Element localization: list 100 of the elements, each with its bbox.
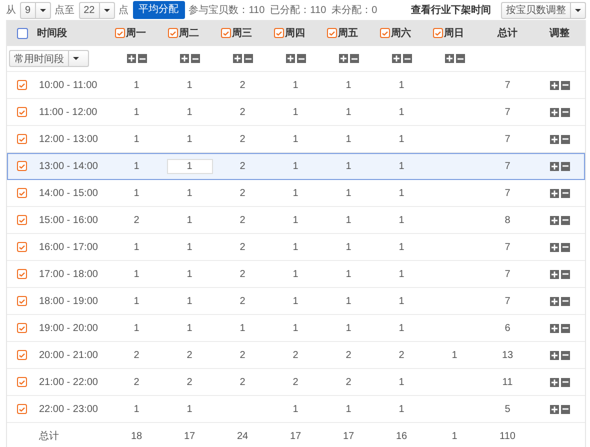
start-hour-select[interactable]: 9 xyxy=(20,2,51,18)
plus-button[interactable] xyxy=(392,54,400,63)
minus-button[interactable] xyxy=(560,162,570,170)
checkbox[interactable] xyxy=(168,28,178,38)
minus-button[interactable] xyxy=(560,296,570,306)
column-header: 总计 xyxy=(496,26,518,40)
plus-button[interactable] xyxy=(550,134,558,144)
plus-button[interactable] xyxy=(550,296,558,306)
table-row[interactable]: 14:00 - 15:00 1 1 2 1 1 1 7 xyxy=(7,180,585,207)
checkbox[interactable] xyxy=(17,377,27,387)
plus-button[interactable] xyxy=(232,54,242,63)
plus-button[interactable] xyxy=(286,54,294,63)
checkbox[interactable] xyxy=(433,28,443,38)
checkbox[interactable] xyxy=(17,296,27,306)
plus-icon xyxy=(180,55,188,62)
plus-button[interactable] xyxy=(126,54,136,63)
minus-button[interactable] xyxy=(560,108,570,116)
plus-button[interactable] xyxy=(550,108,558,116)
table-row[interactable]: 18:00 - 19:00 1 1 2 1 1 1 7 xyxy=(7,288,585,315)
table-row[interactable]: 11:00 - 12:00 1 1 2 1 1 1 7 xyxy=(7,99,585,126)
minus-button[interactable] xyxy=(560,378,570,386)
minus-button[interactable] xyxy=(244,54,252,63)
minus-button[interactable] xyxy=(560,350,570,360)
column-header: 时间段 xyxy=(37,26,68,40)
table-row[interactable]: 22:00 - 23:00 1 1 1 1 1 5 xyxy=(7,396,585,423)
minus-button[interactable] xyxy=(560,216,570,224)
minus-icon xyxy=(562,138,568,140)
plus-button[interactable] xyxy=(338,54,348,63)
count-cell-text: 1 xyxy=(186,322,194,334)
minus-button[interactable] xyxy=(190,54,200,63)
minus-button[interactable] xyxy=(456,54,464,63)
plus-button[interactable] xyxy=(550,324,558,332)
plus-icon xyxy=(550,82,558,88)
preset-select[interactable]: 常用时间段 xyxy=(9,50,89,67)
industry-link[interactable]: 查看行业下架时间 xyxy=(411,3,491,17)
minus-button[interactable] xyxy=(560,404,570,414)
adjust-mode-select[interactable]: 按宝贝数调整 xyxy=(501,2,586,18)
plus-button[interactable] xyxy=(550,216,558,224)
minus-button[interactable] xyxy=(560,242,570,252)
plus-button[interactable] xyxy=(550,270,558,278)
table-row[interactable]: 21:00 - 22:00 2 2 2 2 2 1 11 xyxy=(7,369,585,396)
minus-button[interactable] xyxy=(560,270,570,278)
checkbox[interactable] xyxy=(16,28,28,38)
checkbox[interactable] xyxy=(17,215,27,225)
count-cell-text: 1 xyxy=(292,268,300,280)
count-cell-text: 1 xyxy=(132,80,140,90)
plus-button[interactable] xyxy=(550,350,558,360)
total-cell-text: 16 xyxy=(394,430,408,442)
minus-button[interactable] xyxy=(350,54,358,63)
checkbox[interactable] xyxy=(17,188,27,198)
table-row[interactable]: 17:00 - 18:00 1 1 2 1 1 1 7 xyxy=(7,261,585,288)
plus-button[interactable] xyxy=(550,404,558,414)
count-cell-text: 1 xyxy=(344,160,352,172)
count-cell-text: 2 xyxy=(238,350,246,360)
count-input[interactable]: 1 xyxy=(166,158,212,174)
count-cell-text: 1 xyxy=(186,404,194,414)
plus-button[interactable] xyxy=(550,80,558,90)
plus-button[interactable] xyxy=(550,162,558,170)
checkbox[interactable] xyxy=(17,242,27,252)
table-row[interactable]: 20:00 - 21:00 2 2 2 2 2 2 1 13 xyxy=(7,342,585,369)
plus-button[interactable] xyxy=(550,242,558,252)
minus-button[interactable] xyxy=(560,188,570,198)
checkbox[interactable] xyxy=(115,28,125,38)
plus-button[interactable] xyxy=(550,378,558,386)
minus-icon xyxy=(562,84,568,86)
checkbox[interactable] xyxy=(17,269,27,279)
average-button[interactable]: 平均分配 xyxy=(132,1,185,19)
table-row[interactable]: 15:00 - 16:00 2 1 2 1 1 1 8 xyxy=(7,207,585,234)
checkbox[interactable] xyxy=(17,323,27,333)
checkbox[interactable] xyxy=(221,28,231,38)
plus-icon xyxy=(234,55,240,62)
plus-icon xyxy=(550,162,558,170)
checkbox[interactable] xyxy=(274,28,284,38)
table-row[interactable]: 13:00 - 14:00 1 1 2 1 1 1 7 xyxy=(7,153,585,180)
plus-icon xyxy=(550,378,558,386)
checkbox[interactable] xyxy=(380,28,390,38)
minus-button[interactable] xyxy=(560,80,570,90)
checkbox[interactable] xyxy=(17,161,27,171)
minus-button[interactable] xyxy=(560,324,570,332)
checkbox[interactable] xyxy=(17,80,27,90)
time-cell-text: 14:00 - 15:00 xyxy=(38,188,99,198)
minus-icon xyxy=(192,58,198,60)
plus-button[interactable] xyxy=(550,188,558,198)
minus-button[interactable] xyxy=(402,54,412,63)
checkbox[interactable] xyxy=(17,350,27,360)
minus-button[interactable] xyxy=(560,134,570,144)
plus-button[interactable] xyxy=(180,54,188,63)
count-cell-text: 1 xyxy=(344,296,352,306)
minus-button[interactable] xyxy=(296,54,306,63)
table-row[interactable]: 19:00 - 20:00 1 1 1 1 1 1 6 xyxy=(7,315,585,342)
table-row[interactable]: 10:00 - 11:00 1 1 2 1 1 1 7 xyxy=(7,72,585,99)
checkbox[interactable] xyxy=(17,134,27,144)
end-hour-select[interactable]: 22 xyxy=(78,2,115,18)
count-cell-text: 1 xyxy=(344,404,352,414)
table-row[interactable]: 16:00 - 17:00 1 1 2 1 1 1 7 xyxy=(7,234,585,261)
plus-button[interactable] xyxy=(444,54,454,63)
checkbox[interactable] xyxy=(17,404,27,414)
checkbox[interactable] xyxy=(327,28,337,38)
checkbox[interactable] xyxy=(17,107,27,117)
minus-button[interactable] xyxy=(138,54,146,63)
